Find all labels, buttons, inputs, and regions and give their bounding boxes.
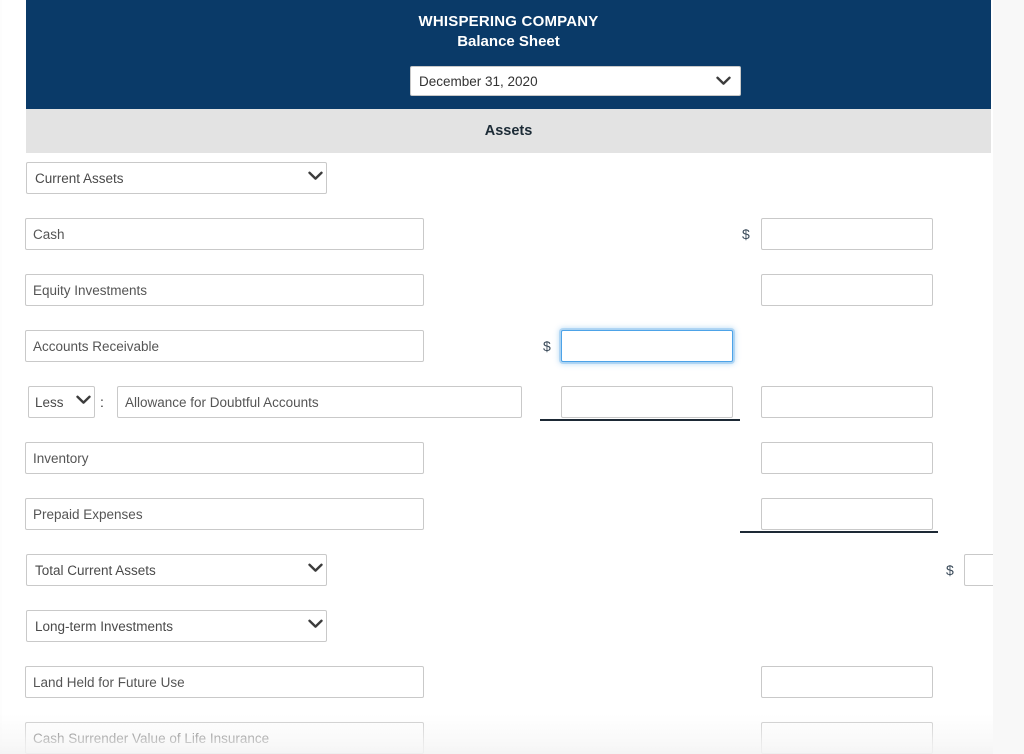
amount-input-right-line-item-land-held-for-future-use[interactable] (761, 666, 933, 698)
subtotal-rule (740, 531, 938, 533)
balance-sheet-row: $ (0, 321, 993, 377)
line-item-allowance-for-doubtful-accounts-label-input[interactable] (117, 386, 522, 418)
balance-sheet-row: Long-term InvestmentsCurrent AssetsPrope… (0, 601, 993, 657)
balance-sheet-row (0, 657, 993, 713)
line-item-prepaid-expenses-label-input[interactable] (25, 498, 424, 530)
balance-sheet-row (0, 433, 993, 489)
balance-sheet-page: WHISPERING COMPANY Balance Sheet Decembe… (0, 0, 1024, 754)
line-item-accounts-receivable-label-input[interactable] (25, 330, 424, 362)
balance-sheet-row: Total Current AssetsTotal AssetsTotal Lo… (0, 545, 1024, 601)
line-item-cash-surrender-value-of-life-insurance-label-input[interactable] (25, 722, 424, 754)
balance-sheet-row: $ (0, 209, 993, 265)
balance-sheet-row: LessAdd: (0, 377, 993, 433)
section-title: Assets (484, 123, 533, 139)
content-canvas: WHISPERING COMPANY Balance Sheet Decembe… (0, 0, 1024, 754)
section-header-long-term-investments-select[interactable]: Long-term InvestmentsCurrent AssetsPrope… (26, 610, 327, 642)
amount-input-right-line-item-cash-surrender-value-of-life-insurance[interactable] (761, 722, 933, 754)
section-header-band: Assets (26, 109, 991, 153)
balance-sheet-row (0, 713, 993, 754)
report-date-select-wrapper: December 31, 2020December 31, 2021For th… (410, 66, 741, 96)
line-item-allowance-for-doubtful-accounts-modifier-select[interactable]: LessAdd (28, 386, 95, 418)
report-header: WHISPERING COMPANY Balance Sheet Decembe… (26, 0, 991, 109)
amount-input-right-line-item-prepaid-expenses[interactable] (761, 498, 933, 530)
amount-input-mid-line-item-allowance-for-doubtful-accounts[interactable] (561, 386, 733, 418)
company-name: WHISPERING COMPANY (418, 13, 599, 30)
balance-sheet-row (0, 489, 993, 545)
subtotal-rule (540, 419, 740, 421)
balance-sheet-row: Current AssetsLong-term InvestmentsPrope… (0, 153, 993, 209)
balance-sheet-row (0, 265, 993, 321)
line-item-cash-label-input[interactable] (25, 218, 424, 250)
currency-symbol: $ (946, 562, 954, 578)
line-item-equity-investments-label-input[interactable] (25, 274, 424, 306)
amount-input-right-line-item-cash[interactable] (761, 218, 933, 250)
balance-sheet-rows: Current AssetsLong-term InvestmentsPrope… (0, 153, 1024, 754)
amount-input-mid-line-item-accounts-receivable[interactable] (561, 330, 733, 362)
currency-symbol: $ (742, 226, 750, 242)
amount-input-right-line-item-equity-investments[interactable] (761, 274, 933, 306)
report-date-select[interactable]: December 31, 2020December 31, 2021For th… (410, 66, 741, 96)
right-gutter (993, 0, 1024, 754)
report-title: Balance Sheet (457, 33, 560, 50)
line-item-land-held-for-future-use-label-input[interactable] (25, 666, 424, 698)
currency-symbol: $ (543, 338, 551, 354)
subtotal-total-current-assets-select[interactable]: Total Current AssetsTotal AssetsTotal Lo… (26, 554, 327, 586)
amount-input-right-line-item-allowance-for-doubtful-accounts[interactable] (761, 386, 933, 418)
section-header-current-assets-select[interactable]: Current AssetsLong-term InvestmentsPrope… (26, 162, 327, 194)
colon-separator: : (100, 394, 104, 410)
amount-input-right-line-item-inventory[interactable] (761, 442, 933, 474)
line-item-inventory-label-input[interactable] (25, 442, 424, 474)
